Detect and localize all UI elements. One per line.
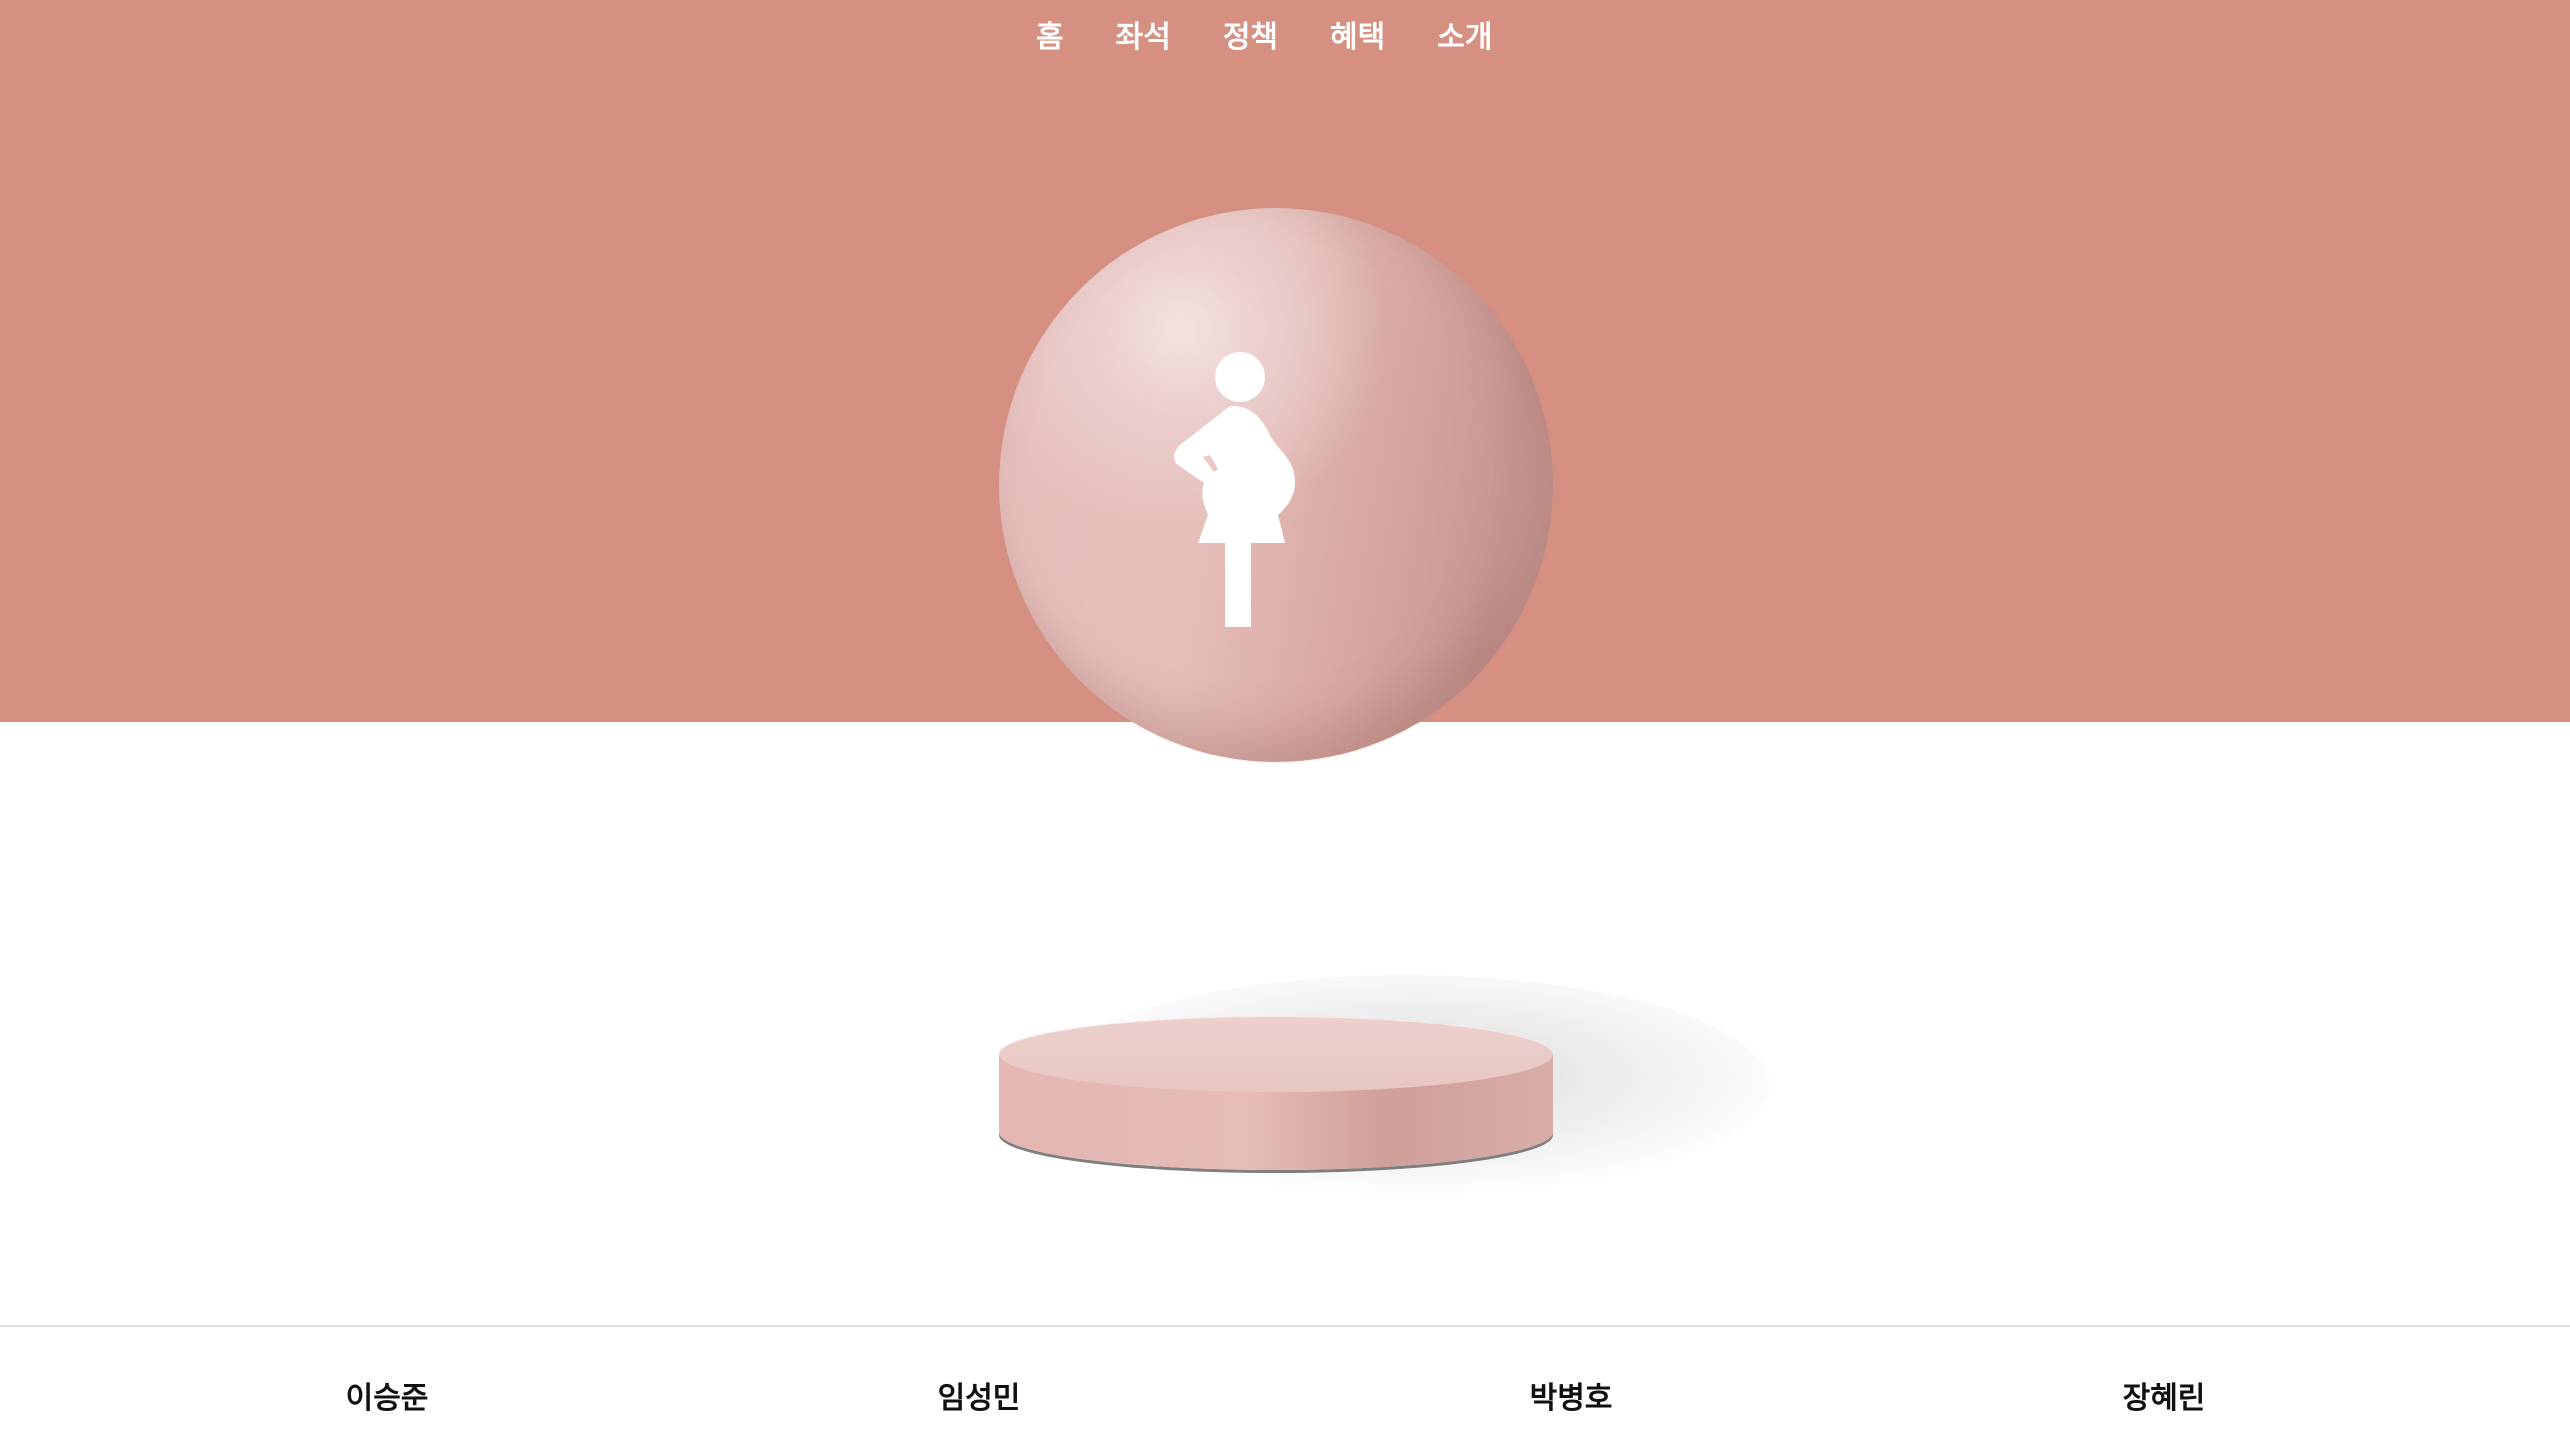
podium xyxy=(999,1016,1553,1170)
nav-home[interactable]: 홈 xyxy=(1036,0,1064,76)
footer-member-3: 박병호 xyxy=(1529,1381,1613,1416)
footer: 이승준 임성민 박병호 장혜린 xyxy=(0,1327,2570,1442)
page: 홈 좌석 정책 혜택 소개 이승준 임성민 박병호 장혜린 xyxy=(0,0,2570,1442)
top-nav: 홈 좌석 정책 혜택 소개 xyxy=(1010,0,1518,76)
nav-policy[interactable]: 정책 xyxy=(1223,0,1278,76)
podium-top xyxy=(999,1016,1553,1092)
footer-member-1: 이승준 xyxy=(345,1381,429,1416)
footer-member-4: 장혜린 xyxy=(2122,1381,2206,1416)
nav-seats[interactable]: 좌석 xyxy=(1116,0,1171,76)
footer-member-2: 임성민 xyxy=(937,1381,1021,1416)
pregnant-woman-icon xyxy=(1174,352,1295,627)
nav-benefits[interactable]: 혜택 xyxy=(1330,0,1385,76)
nav-about[interactable]: 소개 xyxy=(1437,0,1492,76)
